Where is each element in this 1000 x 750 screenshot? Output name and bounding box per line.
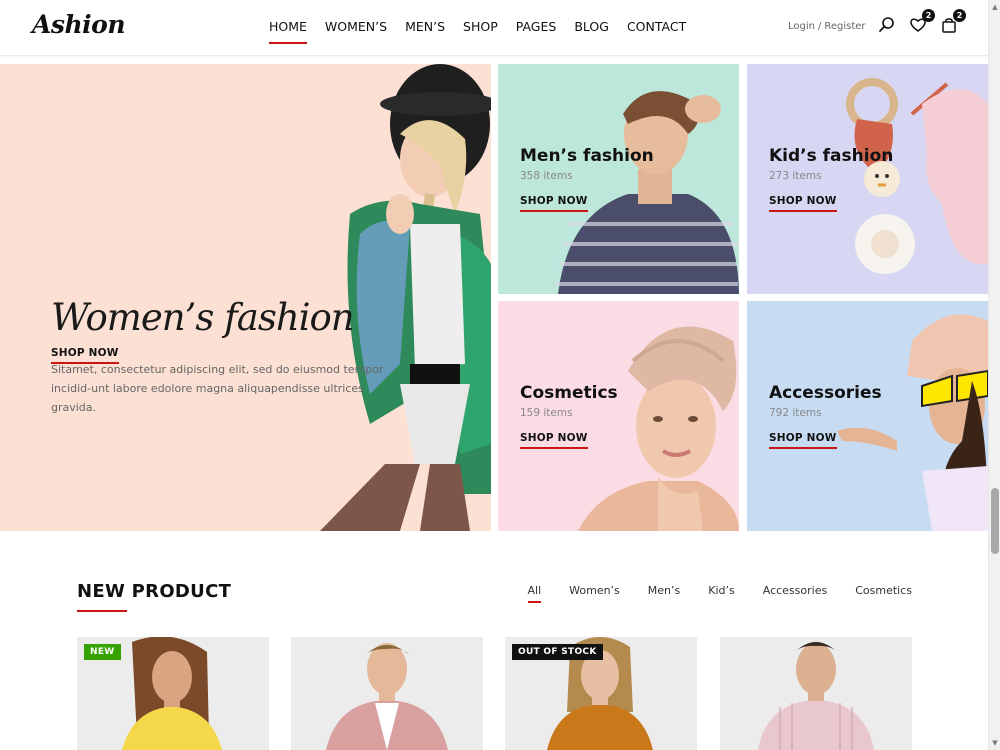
accessories-title: Accessories xyxy=(769,383,882,403)
accessories-shop-now-link[interactable]: SHOP NOW xyxy=(769,432,837,449)
kids-item-count: 273 items xyxy=(769,170,822,182)
site-logo[interactable]: Ashion xyxy=(32,10,126,39)
search-icon[interactable] xyxy=(878,16,896,34)
nav-contact[interactable]: CONTACT xyxy=(627,15,686,38)
login-link[interactable]: Login xyxy=(788,21,815,32)
category-tile-cosmetics[interactable]: Cosmetics 159 items SHOP NOW xyxy=(498,301,739,531)
product-filter-tabs: All Women’s Men’s Kid’s Accessories Cosm… xyxy=(527,584,912,603)
cosmetics-item-count: 159 items xyxy=(520,407,573,419)
cosmetics-title: Cosmetics xyxy=(520,383,618,403)
product-card[interactable] xyxy=(291,637,483,750)
mens-item-count: 358 items xyxy=(520,170,573,182)
category-tile-mens[interactable]: Men’s fashion 358 items SHOP NOW xyxy=(498,64,739,294)
auth-links: Login / Register xyxy=(788,21,866,32)
product-image xyxy=(326,643,448,750)
scroll-up-arrow-icon[interactable]: ▲ xyxy=(991,2,999,12)
mens-shop-now-link[interactable]: SHOP NOW xyxy=(520,195,588,212)
nav-mens[interactable]: MEN’S xyxy=(405,15,445,38)
kids-shop-now-link[interactable]: SHOP NOW xyxy=(769,195,837,212)
filter-accessories[interactable]: Accessories xyxy=(763,584,827,601)
nav-shop[interactable]: SHOP xyxy=(463,15,498,38)
mens-title: Men’s fashion xyxy=(520,146,654,166)
out-of-stock-badge: OUT OF STOCK xyxy=(512,644,603,660)
hero-shop-now-link[interactable]: SHOP NOW xyxy=(51,347,119,364)
hero-title: Women’s fashion xyxy=(51,296,355,339)
filter-cosmetics[interactable]: Cosmetics xyxy=(855,584,912,601)
nav-blog[interactable]: BLOG xyxy=(574,15,609,38)
hero-description: Sitamet, consectetur adipiscing elit, se… xyxy=(51,363,384,414)
hero-womens-fashion: Women’s fashion Sitamet, consectetur adi… xyxy=(0,64,491,531)
nav-home[interactable]: HOME xyxy=(269,15,307,44)
category-tile-accessories[interactable]: Accessories 792 items SHOP NOW xyxy=(747,301,988,531)
filter-mens[interactable]: Men’s xyxy=(648,584,680,601)
product-card[interactable]: NEW xyxy=(77,637,269,750)
filter-kids[interactable]: Kid’s xyxy=(708,584,734,601)
new-product-title: NEW PRODUCT xyxy=(77,581,232,612)
new-badge: NEW xyxy=(84,644,121,660)
nav-womens[interactable]: WOMEN’S xyxy=(325,15,387,38)
kids-title: Kid’s fashion xyxy=(769,146,894,166)
auth-separator: / xyxy=(817,21,822,32)
cart-count-badge: 2 xyxy=(953,9,966,22)
accessories-item-count: 792 items xyxy=(769,407,822,419)
product-card[interactable]: OUT OF STOCK xyxy=(505,637,697,750)
heart-icon[interactable]: 2 xyxy=(909,9,935,34)
category-tile-kids[interactable]: Kid’s fashion 273 items SHOP NOW xyxy=(747,64,988,294)
register-link[interactable]: Register xyxy=(824,21,865,32)
bag-icon[interactable]: 2 xyxy=(940,9,966,34)
cosmetics-shop-now-link[interactable]: SHOP NOW xyxy=(520,432,588,449)
scroll-thumb[interactable] xyxy=(991,488,999,554)
filter-womens[interactable]: Women’s xyxy=(569,584,620,601)
main-nav: HOME WOMEN’S MEN’S SHOP PAGES BLOG CONTA… xyxy=(269,0,686,52)
product-image xyxy=(758,642,874,750)
wishlist-count-badge: 2 xyxy=(922,9,935,22)
page-scrollbar[interactable]: ▲ ▼ xyxy=(988,0,1000,750)
site-header: Ashion HOME WOMEN’S MEN’S SHOP PAGES BLO… xyxy=(0,0,988,56)
product-card[interactable] xyxy=(720,637,912,750)
nav-pages[interactable]: PAGES xyxy=(516,15,557,38)
scroll-down-arrow-icon[interactable]: ▼ xyxy=(991,738,999,748)
filter-all[interactable]: All xyxy=(527,584,541,603)
